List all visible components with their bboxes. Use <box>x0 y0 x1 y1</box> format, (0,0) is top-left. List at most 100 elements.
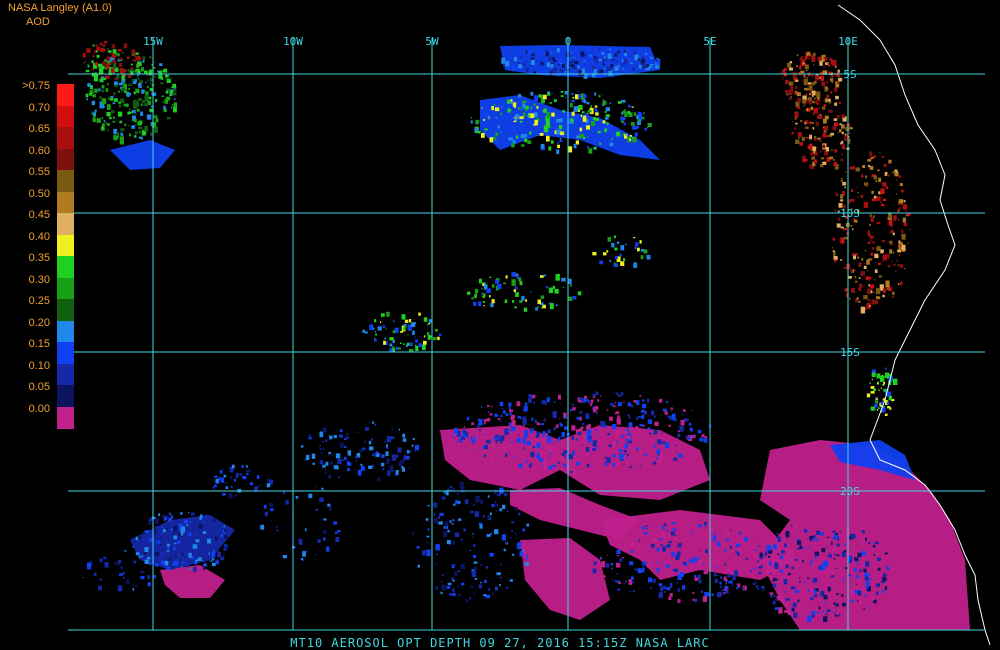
aod-pixel <box>799 65 802 70</box>
aod-pixel <box>381 454 385 458</box>
aod-pixel <box>871 372 876 377</box>
aod-pixel <box>339 429 343 433</box>
aod-pixel <box>588 148 593 154</box>
aod-pixel <box>843 267 846 269</box>
aod-pixel <box>110 52 112 54</box>
aod-pixel <box>412 322 416 324</box>
aod-pixel <box>526 523 530 527</box>
aod-pixel <box>481 288 483 290</box>
aod-pixel <box>555 440 557 443</box>
aod-pixel <box>136 76 138 78</box>
aod-pixel <box>166 526 169 528</box>
aod-pixel <box>817 611 820 614</box>
aod-pixel <box>646 526 650 529</box>
aod-pixel <box>423 335 426 338</box>
aod-pixel <box>200 514 203 519</box>
aod-pixel <box>822 523 825 526</box>
colorbar-swatch <box>57 127 74 149</box>
aod-pixel <box>875 300 878 304</box>
aod-pixel <box>834 149 838 153</box>
aod-pixel <box>452 540 455 545</box>
aod-pixel <box>554 60 557 62</box>
aod-pixel <box>393 320 395 322</box>
aod-pixel <box>536 117 539 120</box>
aod-pixel <box>141 130 146 136</box>
aod-pixel <box>627 435 631 440</box>
aod-pixel <box>597 399 600 402</box>
aod-pixel <box>823 128 825 131</box>
aod-pixel <box>160 560 165 565</box>
aod-pixel <box>863 201 868 208</box>
aod-pixel <box>228 493 233 499</box>
aod-pixel <box>595 429 597 431</box>
aod-pixel <box>782 553 785 556</box>
aod-pixel <box>174 556 177 559</box>
aod-pixel <box>631 576 634 580</box>
aod-pixel <box>819 140 822 143</box>
aod-pixel <box>142 59 145 63</box>
aod-pixel <box>794 127 797 130</box>
aod-pixel <box>617 101 622 104</box>
aod-pixel <box>118 101 121 105</box>
aod-pixel <box>594 105 598 108</box>
aod-pixel <box>871 252 873 254</box>
colorbar-swatch <box>57 256 74 278</box>
aod-pixel <box>682 585 686 590</box>
aod-pixel <box>723 576 727 581</box>
aod-pixel <box>150 79 153 82</box>
aod-pixel <box>423 340 427 345</box>
aod-pixel <box>639 587 641 589</box>
aod-pixel <box>870 290 873 294</box>
aod-pixel <box>467 291 471 295</box>
aod-pixel <box>490 302 494 308</box>
aod-pixel <box>486 534 491 537</box>
aod-pixel <box>159 532 163 536</box>
aod-pixel <box>522 439 526 445</box>
aod-pixel <box>680 450 682 453</box>
colorbar-label: 0.50 <box>28 187 50 200</box>
aod-pixel <box>219 470 223 474</box>
aod-pixel <box>756 562 758 564</box>
aod-pixel <box>403 343 405 346</box>
aod-pixel <box>533 103 536 106</box>
aod-pixel <box>509 579 513 582</box>
aod-pixel <box>402 467 405 472</box>
aod-pixel <box>660 436 662 440</box>
aod-pixel <box>471 570 477 577</box>
aod-pixel <box>480 564 483 566</box>
aod-pixel <box>386 447 389 449</box>
aod-pixel <box>194 555 199 559</box>
aod-pixel <box>622 71 625 74</box>
aod-pixel <box>654 421 659 426</box>
aod-pixel <box>117 135 119 139</box>
aod-pixel <box>94 63 97 65</box>
aod-pixel <box>630 421 632 423</box>
aod-pixel <box>623 50 626 52</box>
aod-pixel <box>831 149 833 151</box>
aod-pixel <box>321 487 324 490</box>
aod-pixel <box>495 279 499 284</box>
aod-pixel <box>855 561 859 564</box>
aod-pixel <box>644 410 648 415</box>
aod-pixel <box>528 394 530 396</box>
aod-pixel <box>794 590 799 593</box>
aod-pixel <box>592 448 596 451</box>
aod-pixel <box>607 554 609 556</box>
aod-pixel <box>501 579 503 582</box>
aod-pixel <box>499 508 503 512</box>
aod-pixel <box>106 63 110 69</box>
aod-pixel <box>113 98 118 102</box>
aod-pixel <box>850 269 853 273</box>
colorbar-label: 0.40 <box>28 230 50 243</box>
aod-pixel <box>392 348 395 352</box>
aod-pixel <box>616 264 618 266</box>
aod-pixel <box>96 46 100 51</box>
aod-pixel <box>804 104 806 106</box>
aod-pixel <box>472 440 475 444</box>
aod-pixel <box>519 551 524 557</box>
aod-pixel <box>526 105 529 110</box>
aod-pixel <box>536 134 539 136</box>
aod-pixel <box>770 572 772 575</box>
aod-pixel <box>795 122 798 125</box>
aod-pixel <box>573 462 576 467</box>
